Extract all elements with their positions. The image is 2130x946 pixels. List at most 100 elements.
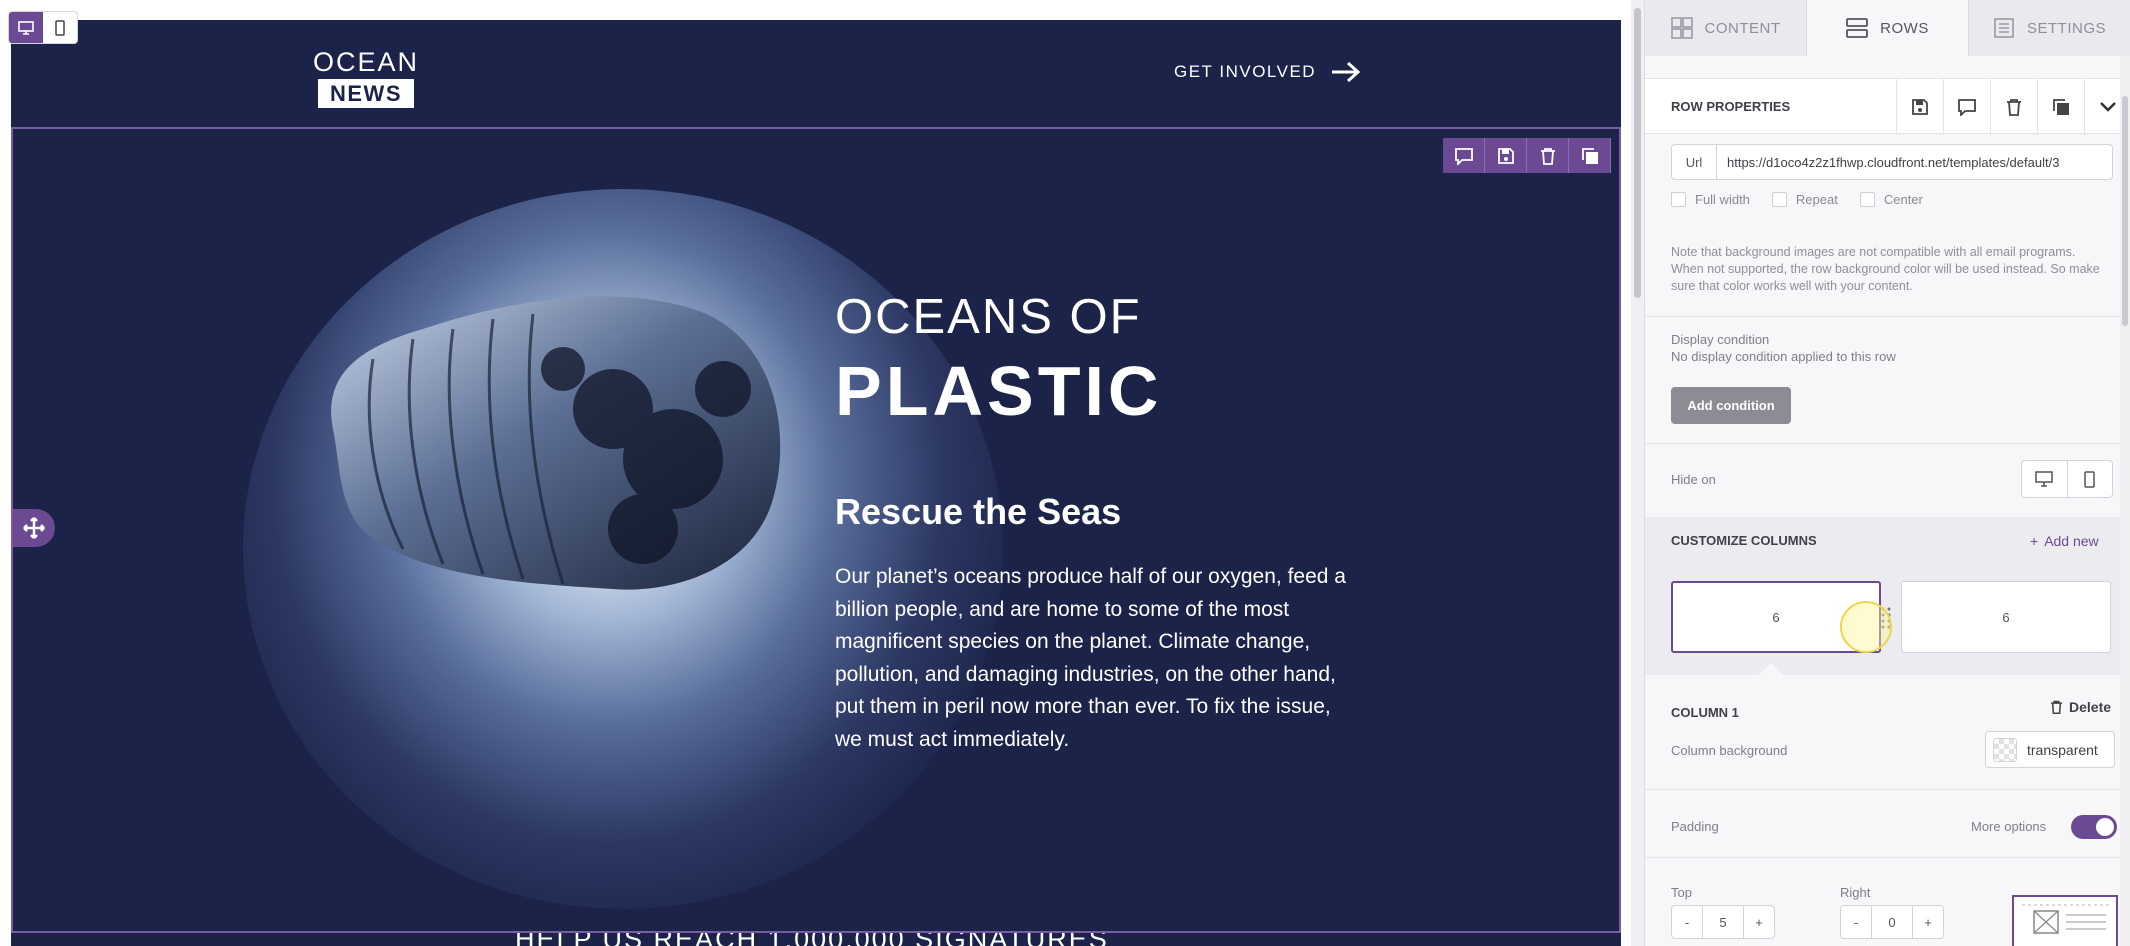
more-options-toggle[interactable] [2071, 815, 2117, 839]
column-1-title: COLUMN 1 [1671, 705, 1739, 720]
panel-tabs: CONTENT ROWS SETTINGS [1645, 0, 2130, 56]
plus-icon: + [2030, 533, 2039, 549]
divider [1645, 316, 2121, 317]
duplicate-icon [2053, 99, 2069, 115]
repeat-label: Repeat [1795, 192, 1838, 207]
rows-icon [1846, 18, 1869, 38]
email-canvas: OCEAN NEWS GET INVOLVED OCEANS OF PLASTI… [0, 0, 1644, 946]
canvas-scroll-thumb[interactable] [1634, 8, 1641, 298]
row-delete-button[interactable] [1527, 138, 1569, 173]
logo-bottom-text: NEWS [318, 79, 414, 108]
background-url-input[interactable] [1717, 154, 2112, 170]
padding-preview [2012, 895, 2118, 946]
padding-top-stepper: - 5 + [1671, 905, 1775, 939]
row-move-handle[interactable] [13, 509, 55, 547]
move-icon [23, 517, 45, 539]
column-background-picker[interactable]: transparent [1985, 731, 2115, 768]
hide-on-label: Hide on [1671, 472, 1716, 487]
row-toolbar [1443, 138, 1611, 173]
padding-top-value[interactable]: 5 [1702, 906, 1744, 938]
padding-right-label: Right [1840, 885, 1871, 900]
repeat-checkbox[interactable]: Repeat [1771, 192, 1838, 207]
selected-hero-row[interactable]: OCEANS OF PLASTIC Rescue the Seas Our pl… [11, 127, 1621, 933]
row-duplicate-button[interactable] [1569, 138, 1611, 173]
tab-rows-label: ROWS [1880, 19, 1929, 37]
add-column-button[interactable]: + Add new [2030, 533, 2099, 549]
background-options: Full width Repeat Center [1671, 192, 1923, 207]
delete-column-button[interactable]: Delete [2050, 699, 2111, 715]
tab-rows[interactable]: ROWS [1807, 0, 1969, 56]
hero-title-line-2[interactable]: PLASTIC [835, 351, 1162, 431]
arrow-right-icon [1332, 61, 1361, 83]
get-involved-label: GET INVOLVED [1174, 62, 1317, 81]
center-checkbox[interactable]: Center [1859, 192, 1923, 207]
row-properties-tools [1896, 79, 2130, 135]
center-label: Center [1883, 192, 1923, 207]
full-width-label: Full width [1695, 192, 1750, 207]
plastic-bottle-image [331, 296, 781, 590]
panel-comment-button[interactable] [1943, 79, 1990, 135]
increment-button[interactable]: + [1744, 906, 1774, 938]
hero-subtitle[interactable]: Rescue the Seas [835, 491, 1121, 533]
hide-on-desktop-button[interactable] [2022, 461, 2067, 497]
add-new-label: Add new [2044, 533, 2099, 549]
tab-content-label: CONTENT [1704, 19, 1781, 37]
desktop-view-button[interactable] [9, 12, 43, 43]
panel-scrollbar[interactable] [2120, 56, 2130, 946]
checkbox-box [1671, 192, 1686, 207]
trash-icon [1540, 147, 1555, 165]
padding-right-value[interactable]: 0 [1871, 906, 1913, 938]
padding-top-label: Top [1671, 885, 1692, 900]
row-comment-button[interactable] [1443, 138, 1485, 173]
full-width-checkbox[interactable]: Full width [1671, 192, 1750, 207]
save-icon [1497, 147, 1514, 164]
url-label: Url [1672, 145, 1717, 179]
mobile-icon [2084, 470, 2095, 488]
background-value: transparent [2027, 741, 2098, 758]
properties-panel: CONTENT ROWS SETTINGS ROW PROPERTIES Url… [1644, 0, 2130, 946]
ocean-news-logo: OCEAN NEWS [311, 48, 421, 108]
panel-save-button[interactable] [1896, 79, 1943, 135]
hero-body-text[interactable]: Our planet’s oceans produce half of our … [835, 561, 1355, 756]
hide-on-mobile-button[interactable] [2066, 461, 2113, 497]
panel-delete-button[interactable] [1990, 79, 2037, 135]
display-condition-label: Display condition [1671, 332, 1770, 347]
more-options-label: More options [1971, 819, 2047, 834]
row-save-button[interactable] [1485, 138, 1527, 173]
tab-content[interactable]: CONTENT [1645, 0, 1807, 56]
display-condition-value: No display condition applied to this row [1671, 349, 1896, 364]
column-2-box[interactable]: 6 [1901, 581, 2111, 653]
background-note: Note that background images are not comp… [1671, 245, 2100, 293]
decrement-button[interactable]: - [1672, 906, 1702, 938]
selected-column-caret [1759, 663, 1783, 675]
background-url-field: Url [1671, 144, 2113, 180]
divider [1645, 789, 2121, 790]
canvas-scrollbar[interactable] [1631, 0, 1644, 946]
add-condition-button[interactable]: Add condition [1671, 387, 1791, 424]
mobile-view-button[interactable] [43, 12, 77, 43]
decrement-button[interactable]: - [1841, 906, 1871, 938]
panel-duplicate-button[interactable] [2037, 79, 2084, 135]
email-header-row[interactable]: OCEAN NEWS GET INVOLVED [11, 20, 1621, 127]
settings-icon [1994, 18, 2014, 38]
tab-settings[interactable]: SETTINGS [1969, 0, 2130, 56]
panel-scroll-thumb[interactable] [2122, 96, 2128, 326]
desktop-icon [18, 20, 34, 35]
row-properties-header: ROW PROPERTIES [1645, 78, 2121, 135]
checkbox-box [1771, 192, 1787, 207]
divider [1645, 443, 2121, 444]
column-background-label: Column background [1671, 743, 1788, 758]
image-placeholder-icon [2022, 904, 2112, 934]
hero-title-line-1[interactable]: OCEANS OF [835, 289, 1142, 345]
mobile-icon [55, 19, 65, 36]
delete-label: Delete [2069, 699, 2112, 715]
desktop-icon [2035, 471, 2053, 487]
grid-icon [1670, 17, 1693, 39]
app-root: OCEAN NEWS GET INVOLVED OCEANS OF PLASTI… [0, 0, 2130, 946]
toggle-knob [2096, 818, 2114, 836]
get-involved-link[interactable]: GET INVOLVED [1174, 60, 1362, 84]
duplicate-icon [1581, 147, 1598, 164]
increment-button[interactable]: + [1913, 906, 1943, 938]
view-mode-toggle [8, 11, 78, 44]
trash-icon [2051, 700, 2062, 714]
